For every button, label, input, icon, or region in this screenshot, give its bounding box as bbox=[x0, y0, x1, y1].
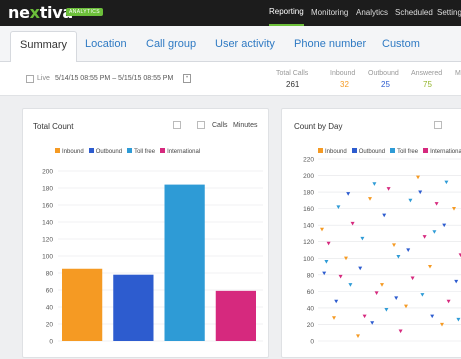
point-toll-free bbox=[444, 180, 449, 185]
y-tick-label: 200 bbox=[303, 173, 314, 180]
point-international bbox=[326, 241, 331, 246]
y-tick-label: 20 bbox=[46, 322, 54, 329]
nav-scheduled[interactable]: Scheduled bbox=[395, 0, 433, 26]
y-tick-label: 0 bbox=[49, 339, 53, 346]
y-tick-label: 80 bbox=[307, 272, 315, 279]
point-international bbox=[422, 235, 427, 239]
y-tick-label: 40 bbox=[307, 305, 315, 312]
point-toll-free bbox=[432, 230, 437, 234]
y-tick-label: 140 bbox=[42, 220, 53, 227]
report-tabs: Summary Location Call group User activit… bbox=[0, 26, 461, 63]
y-tick-label: 60 bbox=[46, 288, 54, 295]
point-inbound bbox=[428, 264, 432, 269]
point-outbound bbox=[430, 314, 435, 319]
point-outbound bbox=[454, 279, 459, 284]
point-international bbox=[398, 329, 403, 334]
count-by-day-scatter-chart: 0 20 40 60 80 100 120 140 160 180 200 220 bbox=[303, 157, 461, 346]
point-international bbox=[374, 291, 379, 296]
y-tick-label: 160 bbox=[303, 206, 314, 213]
tab-custom[interactable]: Custom bbox=[382, 38, 420, 50]
point-outbound bbox=[334, 299, 339, 304]
point-toll-free bbox=[384, 307, 389, 312]
bar-outbound bbox=[113, 274, 154, 341]
stat-outbound-label[interactable]: Outbound bbox=[368, 70, 399, 77]
point-outbound bbox=[382, 213, 387, 218]
y-tick-label: 120 bbox=[42, 237, 53, 244]
point-international bbox=[338, 274, 343, 279]
stat-answered-value: 75 bbox=[423, 80, 432, 89]
point-toll-free bbox=[324, 259, 329, 264]
nav-monitoring[interactable]: Monitoring bbox=[311, 0, 348, 26]
y-tick-label: 20 bbox=[307, 322, 315, 329]
point-international bbox=[410, 276, 415, 281]
live-label: Live bbox=[37, 75, 50, 82]
y-tick-label: 120 bbox=[303, 239, 314, 246]
point-inbound bbox=[416, 175, 420, 180]
point-international bbox=[446, 299, 451, 304]
point-inbound bbox=[392, 243, 396, 248]
point-toll-free bbox=[360, 236, 365, 241]
point-international bbox=[362, 314, 367, 319]
y-tick-label: 180 bbox=[303, 190, 314, 197]
live-checkbox[interactable] bbox=[26, 75, 34, 83]
y-tick-label: 160 bbox=[42, 203, 53, 210]
point-inbound bbox=[356, 334, 360, 339]
y-tick-label: 200 bbox=[42, 169, 53, 176]
nav-reporting[interactable]: Reporting bbox=[269, 0, 304, 26]
point-international bbox=[386, 187, 391, 191]
nav-analytics[interactable]: Analytics bbox=[356, 0, 388, 26]
tab-user-activity[interactable]: User activity bbox=[215, 38, 275, 50]
point-toll-free bbox=[348, 283, 353, 287]
bar-international bbox=[215, 290, 256, 341]
stat-total-label: Total Calls bbox=[276, 70, 309, 77]
tab-location[interactable]: Location bbox=[85, 38, 127, 50]
tab-summary[interactable]: Summary bbox=[10, 31, 78, 63]
nav-settings[interactable]: Settings bbox=[437, 0, 461, 26]
y-tick-label: 100 bbox=[42, 254, 53, 261]
point-outbound bbox=[406, 248, 411, 252]
point-toll-free bbox=[408, 198, 413, 203]
stat-total-value: 261 bbox=[286, 80, 300, 89]
total-count-bar-chart: 0 20 40 60 80 100 120 140 160 180 200 bbox=[42, 169, 263, 346]
filter-bar: Live 5/14/15 08:55 PM – 5/15/15 08:55 PM… bbox=[0, 62, 461, 96]
point-toll-free bbox=[420, 293, 425, 297]
point-international bbox=[434, 202, 439, 206]
y-tick-label: 40 bbox=[46, 305, 54, 312]
y-tick-label: 140 bbox=[303, 223, 314, 230]
stat-inbound-value: 32 bbox=[340, 80, 349, 89]
date-range[interactable]: 5/14/15 08:55 PM – 5/15/15 08:55 PM bbox=[55, 75, 173, 82]
y-tick-label: 180 bbox=[42, 186, 53, 193]
point-toll-free bbox=[456, 317, 461, 322]
point-outbound bbox=[346, 192, 351, 196]
y-tick-label: 100 bbox=[303, 256, 314, 263]
y-tick-label: 220 bbox=[303, 157, 314, 164]
stat-inbound-label[interactable]: Inbound bbox=[330, 70, 355, 77]
stat-more-label[interactable]: M bbox=[455, 70, 461, 77]
y-tick-label: 80 bbox=[46, 271, 54, 278]
top-navigation-bar: nextiva ANALYTICS Reporting Monitoring A… bbox=[0, 0, 461, 26]
bar-toll-free bbox=[164, 184, 205, 341]
tab-call-group[interactable]: Call group bbox=[146, 38, 196, 50]
point-outbound bbox=[358, 266, 363, 271]
point-toll-free bbox=[372, 182, 377, 186]
y-tick-label: 0 bbox=[310, 339, 314, 346]
y-tick-label: 60 bbox=[307, 289, 315, 296]
bar-inbound bbox=[62, 268, 103, 341]
point-inbound bbox=[380, 283, 384, 287]
calendar-icon[interactable]: • bbox=[183, 74, 191, 83]
point-inbound bbox=[368, 197, 372, 201]
tab-phone-number[interactable]: Phone number bbox=[294, 38, 366, 50]
total-count-panel: Total Count Calls Minutes Inbound Outbou… bbox=[22, 108, 269, 358]
nextiva-logo[interactable]: nextiva bbox=[8, 3, 73, 22]
point-inbound bbox=[320, 227, 324, 232]
point-outbound bbox=[394, 296, 399, 300]
analytics-badge: ANALYTICS bbox=[66, 8, 104, 16]
point-inbound bbox=[332, 316, 336, 320]
count-by-day-panel: Count by Day Inbound Outbound Toll free … bbox=[281, 108, 461, 358]
stat-answered-label[interactable]: Answered bbox=[411, 70, 442, 77]
stat-outbound-value: 25 bbox=[381, 80, 390, 89]
